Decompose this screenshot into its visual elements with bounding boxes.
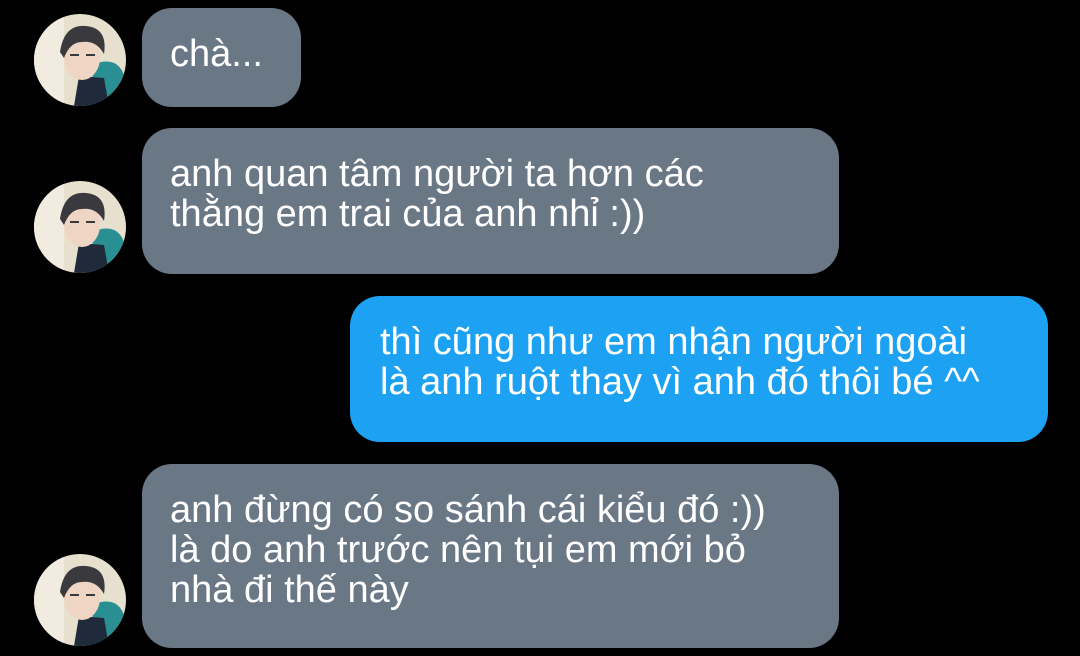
message-text: nhà đi thế này [170, 569, 409, 611]
message-bubble-incoming[interactable]: chà... [142, 8, 301, 107]
contact-avatar[interactable] [34, 14, 126, 106]
message-text: là do anh trước nên tụi em mới bỏ [170, 529, 746, 571]
message-text: anh quan tâm người ta hơn các [170, 153, 704, 195]
message-bubble-outgoing[interactable]: thì cũng như em nhận người ngoài là anh … [350, 296, 1048, 442]
message-bubble-incoming[interactable]: anh đừng có so sánh cái kiểu đó :)) là d… [142, 464, 839, 648]
contact-avatar[interactable] [34, 554, 126, 646]
message-text: chà... [170, 33, 263, 75]
contact-avatar[interactable] [34, 181, 126, 273]
message-text: thì cũng như em nhận người ngoài [380, 321, 968, 363]
message-text: anh đừng có so sánh cái kiểu đó :)) [170, 489, 766, 531]
message-text: thằng em trai của anh nhỉ :)) [170, 193, 646, 235]
message-bubble-incoming[interactable]: anh quan tâm người ta hơn các thằng em t… [142, 128, 839, 274]
message-text: là anh ruột thay vì anh đó thôi bé ^^ [380, 361, 980, 403]
